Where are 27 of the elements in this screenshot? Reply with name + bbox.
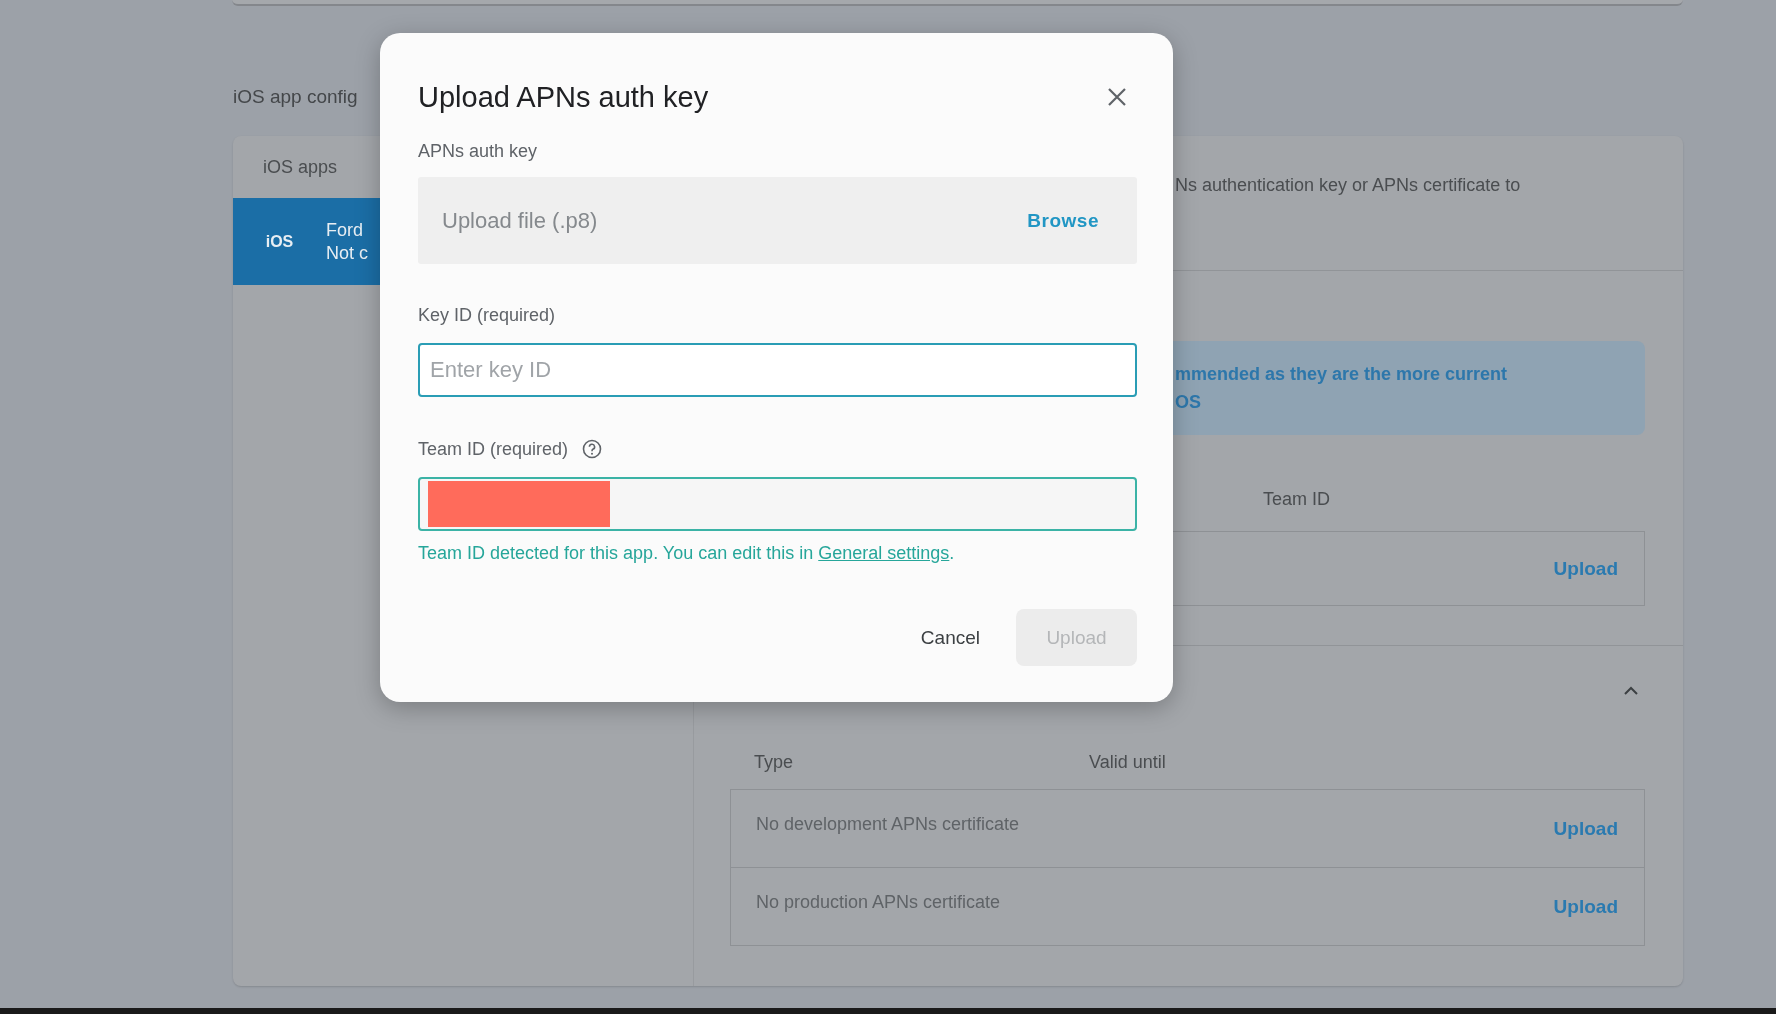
banner-text: OS: [1175, 391, 1202, 414]
helper-text: Team ID detected for this app. You can edit this in General settings.: [418, 543, 956, 564]
field-label: Key ID (required): [418, 304, 557, 326]
input-field[interactable]: [418, 477, 1137, 531]
list-header: iOS apps: [263, 157, 338, 177]
file-upload-field[interactable]: Upload file (.p8) Browse: [418, 177, 1137, 264]
column-header: Team ID: [1263, 489, 1331, 509]
browse-link[interactable]: Browse: [1027, 209, 1099, 232]
chevron-up-icon[interactable]: [1623, 686, 1639, 696]
table-cell: No development APNs certificate: [756, 814, 1020, 835]
help-icon[interactable]: [582, 439, 603, 459]
upload-link[interactable]: Upload: [1553, 817, 1618, 840]
dialog-title: Upload APNs auth key: [418, 80, 709, 114]
field-label: APNs auth key: [418, 140, 539, 162]
banner-text: mmended as they are the more current: [1175, 363, 1509, 386]
section-title: iOS app config: [233, 86, 358, 107]
column-header: Valid until: [1089, 752, 1166, 773]
description-text: Ns authentication key or APNs certificate to: [1175, 175, 1521, 195]
table-cell: No production APNs certificate: [756, 892, 1001, 913]
field-label: Team ID (required): [418, 438, 569, 460]
settings-link[interactable]: General settings: [818, 543, 950, 563]
cancel-button[interactable]: Cancel: [898, 610, 1002, 665]
input-field[interactable]: Enter key ID: [418, 343, 1137, 397]
upload-link[interactable]: Upload: [1553, 895, 1618, 918]
upload-link[interactable]: Upload: [1553, 557, 1618, 580]
column-header: Type: [754, 752, 794, 773]
close-icon[interactable]: [1107, 87, 1127, 107]
